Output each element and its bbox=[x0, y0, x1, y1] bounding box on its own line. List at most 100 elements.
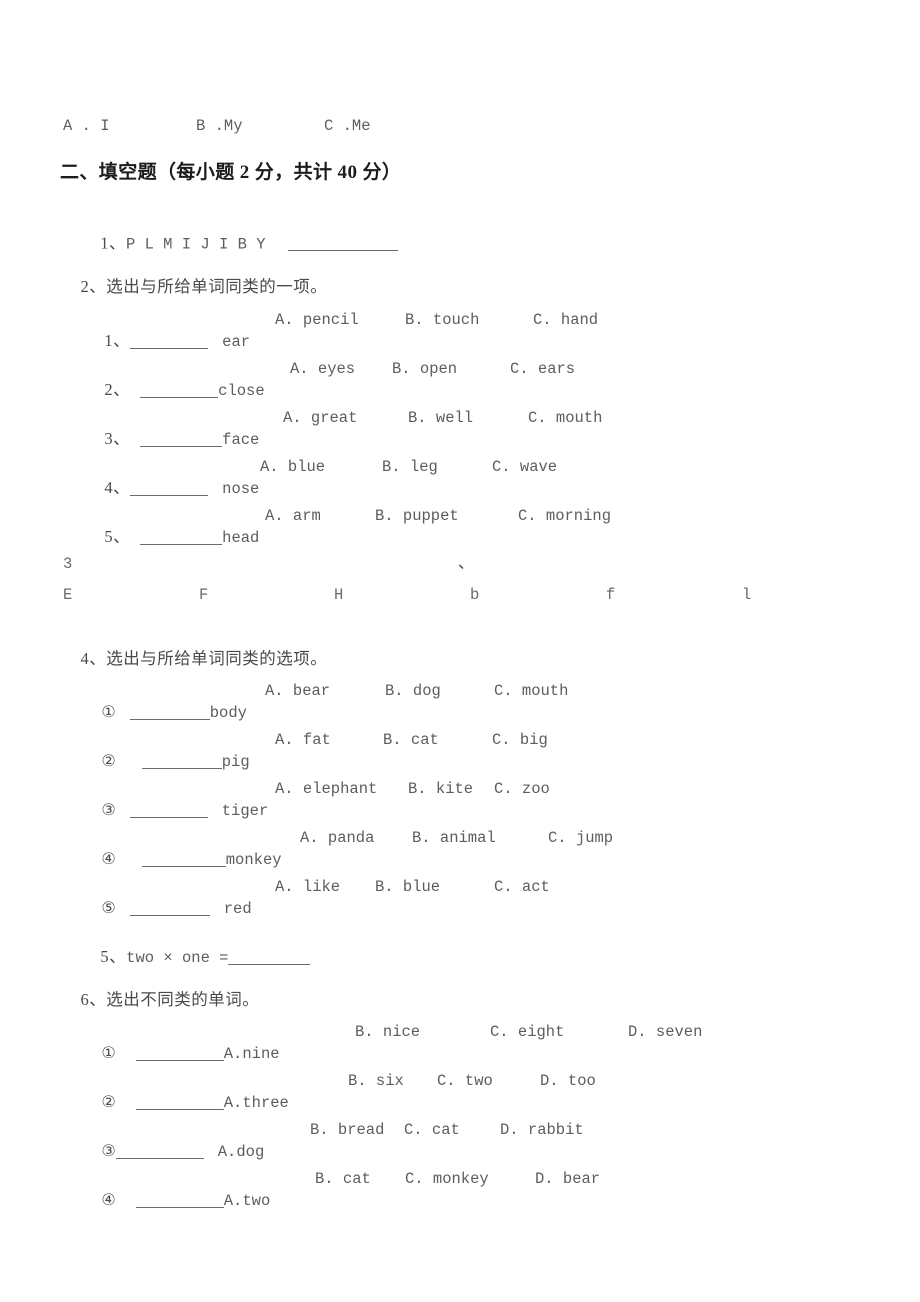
q2-item-4-word: nose bbox=[222, 480, 260, 498]
q2-item-5-option-a[interactable]: A. arm bbox=[265, 508, 321, 525]
q4-item-2-number: ② bbox=[101, 751, 116, 770]
question-5-expression: two × one = bbox=[126, 949, 229, 967]
q4-item-1: ① body bbox=[63, 684, 247, 738]
q6-item-3-option-a[interactable]: A.dog bbox=[218, 1143, 265, 1161]
q4-item-3-option-c[interactable]: C. zoo bbox=[494, 781, 550, 798]
q4-item-5-number: ⑤ bbox=[101, 898, 116, 917]
q6-item-2-option-a[interactable]: A.three bbox=[224, 1094, 289, 1112]
q6-item-3-blank[interactable] bbox=[115, 1142, 204, 1159]
q4-item-5-option-a[interactable]: A. like bbox=[275, 879, 340, 896]
q2-item-4-option-b[interactable]: B. leg bbox=[382, 459, 438, 476]
q4-item-1-option-a[interactable]: A. bear bbox=[265, 683, 330, 700]
question-4-number: 4、 bbox=[80, 648, 107, 668]
q4-item-4-option-a[interactable]: A. panda bbox=[300, 830, 374, 847]
q2-item-4: 4、 nose bbox=[66, 460, 259, 514]
question-2-number: 2、 bbox=[80, 276, 107, 296]
q4-item-1-blank[interactable] bbox=[129, 703, 210, 720]
q2-item-5-blank[interactable] bbox=[140, 528, 223, 545]
q2-item-3-option-a[interactable]: A. great bbox=[283, 410, 357, 427]
q3-letter-5: f bbox=[606, 586, 616, 604]
question-1-row: 1、P L M I J I B Y bbox=[63, 216, 398, 268]
q2-item-1-option-a[interactable]: A. pencil bbox=[275, 312, 359, 329]
q2-item-2-option-b[interactable]: B. open bbox=[392, 361, 457, 378]
question-2-row: 2、选出与所给单词同类的一项。 bbox=[62, 262, 327, 312]
q2-item-3-word: face bbox=[222, 431, 260, 449]
q4-item-4-word: monkey bbox=[225, 851, 282, 869]
q2-item-2-option-a[interactable]: A. eyes bbox=[290, 361, 355, 378]
q2-item-2-blank[interactable] bbox=[140, 381, 219, 398]
q2-item-5: 5、 head bbox=[66, 509, 259, 563]
q4-item-3-number: ③ bbox=[101, 800, 116, 819]
carryover-option-a: A . I bbox=[63, 117, 110, 135]
q6-item-4: ④ A.two bbox=[63, 1172, 270, 1226]
q6-item-2: ② A.three bbox=[63, 1074, 289, 1128]
carryover-option-b: B .My bbox=[196, 117, 243, 135]
q2-item-3-option-b[interactable]: B. well bbox=[408, 410, 473, 427]
q4-item-2-blank[interactable] bbox=[141, 752, 222, 769]
q4-item-4-number: ④ bbox=[101, 849, 116, 868]
q4-item-3-option-a[interactable]: A. elephant bbox=[275, 781, 377, 798]
q4-item-1-option-b[interactable]: B. dog bbox=[385, 683, 441, 700]
q6-item-1-option-d[interactable]: D. seven bbox=[628, 1024, 702, 1041]
q2-item-1-number: 1、 bbox=[104, 331, 131, 350]
q6-item-2-option-d[interactable]: D. too bbox=[540, 1073, 596, 1090]
q6-item-1-option-a[interactable]: A.nine bbox=[224, 1045, 280, 1063]
q6-item-4-option-a[interactable]: A.two bbox=[224, 1192, 271, 1210]
q6-item-4-blank[interactable] bbox=[135, 1191, 224, 1208]
q6-item-3-option-d[interactable]: D. rabbit bbox=[500, 1122, 584, 1139]
q6-item-4-option-d[interactable]: D. bear bbox=[535, 1171, 600, 1188]
q6-item-3-option-c[interactable]: C. cat bbox=[404, 1122, 460, 1139]
q2-item-4-blank[interactable] bbox=[130, 479, 209, 496]
q6-item-4-option-c[interactable]: C. monkey bbox=[405, 1171, 489, 1188]
q3-letter-1: E bbox=[63, 586, 73, 604]
q6-item-2-number: ② bbox=[101, 1092, 116, 1111]
q4-item-2-option-b[interactable]: B. cat bbox=[383, 732, 439, 749]
q4-item-4-option-b[interactable]: B. animal bbox=[412, 830, 496, 847]
q4-item-2-option-c[interactable]: C. big bbox=[492, 732, 548, 749]
q2-item-3-option-c[interactable]: C. mouth bbox=[528, 410, 602, 427]
q2-item-1-option-b[interactable]: B. touch bbox=[405, 312, 479, 329]
q3-letter-4: b bbox=[470, 586, 480, 604]
q2-item-5-word: head bbox=[222, 529, 260, 547]
q6-item-3-number: ③ bbox=[101, 1141, 116, 1160]
q6-item-1-blank[interactable] bbox=[135, 1044, 224, 1061]
q2-item-5-option-b[interactable]: B. puppet bbox=[375, 508, 459, 525]
q4-item-5-option-b[interactable]: B. blue bbox=[375, 879, 440, 896]
q2-item-4-option-c[interactable]: C. wave bbox=[492, 459, 557, 476]
q4-item-3-word: tiger bbox=[221, 802, 269, 820]
q6-item-1-option-b[interactable]: B. nice bbox=[355, 1024, 420, 1041]
q3-letter-2: F bbox=[199, 586, 209, 604]
q4-item-4-blank[interactable] bbox=[141, 850, 226, 867]
q4-item-2: ② pig bbox=[63, 733, 249, 787]
q2-item-2: 2、 close bbox=[66, 362, 264, 416]
q4-item-5-option-c[interactable]: C. act bbox=[494, 879, 550, 896]
q2-item-2-number: 2、 bbox=[104, 380, 131, 399]
q2-item-3-blank[interactable] bbox=[140, 430, 223, 447]
question-1-number: 1、 bbox=[100, 233, 126, 252]
q6-item-2-option-c[interactable]: C. two bbox=[437, 1073, 493, 1090]
q6-item-3: ③ A.dog bbox=[63, 1123, 264, 1177]
q2-item-1-blank[interactable] bbox=[130, 332, 209, 349]
q6-item-3-option-b[interactable]: B. bread bbox=[310, 1122, 384, 1139]
q4-item-4: ④ monkey bbox=[63, 831, 282, 885]
q2-item-5-option-c[interactable]: C. morning bbox=[518, 508, 611, 525]
q3-letter-6: l bbox=[742, 586, 752, 604]
exam-page: A . I B .My C .Me 二、填空题（每小题 2 分，共计 40 分）… bbox=[0, 0, 920, 1302]
q6-item-2-option-b[interactable]: B. six bbox=[348, 1073, 404, 1090]
q6-item-2-blank[interactable] bbox=[135, 1093, 224, 1110]
q4-item-4-option-c[interactable]: C. jump bbox=[548, 830, 613, 847]
q2-item-1: 1、 ear bbox=[66, 313, 250, 367]
question-5-blank[interactable] bbox=[228, 948, 311, 965]
q2-item-4-option-a[interactable]: A. blue bbox=[260, 459, 325, 476]
q4-item-3-option-b[interactable]: B. kite bbox=[408, 781, 473, 798]
q4-item-5-blank[interactable] bbox=[129, 899, 210, 916]
q6-item-1-option-c[interactable]: C. eight bbox=[490, 1024, 564, 1041]
question-1-blank[interactable] bbox=[287, 235, 398, 251]
question-6-prompt: 选出不同类的单词。 bbox=[106, 989, 260, 1009]
q4-item-3-blank[interactable] bbox=[129, 801, 208, 818]
q2-item-2-option-c[interactable]: C. ears bbox=[510, 361, 575, 378]
q2-item-1-option-c[interactable]: C. hand bbox=[533, 312, 598, 329]
q4-item-2-option-a[interactable]: A. fat bbox=[275, 732, 331, 749]
q6-item-4-option-b[interactable]: B. cat bbox=[315, 1171, 371, 1188]
q4-item-1-option-c[interactable]: C. mouth bbox=[494, 683, 568, 700]
